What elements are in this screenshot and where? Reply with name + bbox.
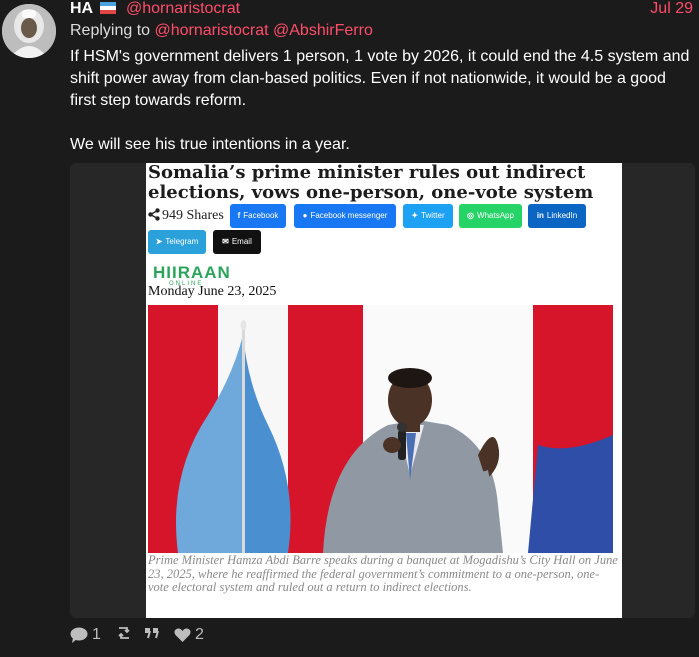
telegram-share-label: Telegram bbox=[165, 237, 199, 246]
heart-icon bbox=[174, 628, 191, 642]
twitter-share-button: ✦ Twitter bbox=[403, 204, 453, 228]
replying-to: Replying to @hornaristocrat @AbshirFerro bbox=[70, 22, 373, 40]
like-count: 2 bbox=[195, 626, 204, 643]
photo-caption: Prime Minister Hamza Abdi Barre speaks d… bbox=[148, 553, 618, 594]
post-paragraph: If HSM's government delivers 1 person, 1… bbox=[70, 48, 690, 109]
messenger-icon: ● bbox=[302, 211, 308, 220]
mention-link[interactable]: @hornaristocrat bbox=[155, 22, 269, 39]
email-share-label: Email bbox=[231, 237, 252, 246]
replying-prefix: Replying to bbox=[70, 22, 151, 39]
quote-button[interactable] bbox=[144, 626, 160, 640]
share-icon bbox=[148, 208, 160, 226]
user-handle[interactable]: @hornaristocrat bbox=[126, 0, 240, 17]
retweet-icon bbox=[118, 627, 130, 639]
quote-icon bbox=[145, 628, 159, 639]
twitter-share-label: Twitter bbox=[421, 211, 445, 220]
whatsapp-share-button: ◎ WhatsApp bbox=[459, 204, 522, 228]
post-paragraph: We will see his true intentions in a yea… bbox=[70, 136, 350, 153]
messenger-share-button: ● Facebook messenger bbox=[294, 204, 396, 228]
facebook-icon: f bbox=[237, 211, 241, 220]
messenger-share-label: Facebook messenger bbox=[310, 211, 388, 220]
article-screenshot: Somalia’s prime minister rules out indir… bbox=[146, 163, 622, 618]
display-name[interactable]: HA bbox=[70, 0, 93, 17]
post-body: If HSM's government delivers 1 person, 1… bbox=[70, 46, 696, 156]
post-header: HA @hornaristocrat Jul 29 bbox=[70, 0, 693, 20]
reply-icon bbox=[70, 627, 88, 643]
share-count-text: 949 Shares bbox=[162, 208, 224, 223]
avatar-image bbox=[2, 4, 56, 58]
facebook-share-label: Facebook bbox=[243, 211, 279, 220]
twitter-icon: ✦ bbox=[411, 211, 419, 220]
linkedin-share-button: in LinkedIn bbox=[528, 204, 586, 228]
article-photo bbox=[148, 305, 613, 553]
flag-icon bbox=[99, 1, 116, 19]
article-headline: Somalia’s prime minister rules out indir… bbox=[148, 163, 594, 203]
email-icon: ✉ bbox=[222, 237, 229, 246]
facebook-share-button: f Facebook bbox=[230, 204, 286, 228]
article-date: Monday June 23, 2025 bbox=[148, 284, 277, 299]
reply-button[interactable]: 1 bbox=[70, 626, 101, 644]
whatsapp-share-label: WhatsApp bbox=[477, 211, 514, 220]
telegram-icon: ➤ bbox=[155, 237, 163, 246]
email-share-button: ✉ Email bbox=[213, 230, 261, 254]
share-count: 949 Shares bbox=[148, 208, 224, 226]
like-button[interactable]: 2 bbox=[174, 626, 204, 644]
logo-text: HIIRAAN bbox=[153, 263, 231, 282]
linkedin-share-label: LinkedIn bbox=[546, 211, 578, 220]
mention-link[interactable]: @AbshirFerro bbox=[273, 22, 373, 39]
post-date[interactable]: Jul 29 bbox=[650, 0, 693, 18]
reply-count: 1 bbox=[92, 626, 101, 643]
linkedin-icon: in bbox=[536, 211, 544, 220]
whatsapp-icon: ◎ bbox=[467, 211, 475, 220]
boost-button[interactable] bbox=[116, 626, 132, 640]
telegram-share-button: ➤ Telegram bbox=[148, 230, 206, 254]
avatar[interactable] bbox=[2, 4, 56, 58]
media-attachment[interactable]: Somalia’s prime minister rules out indir… bbox=[70, 163, 695, 618]
